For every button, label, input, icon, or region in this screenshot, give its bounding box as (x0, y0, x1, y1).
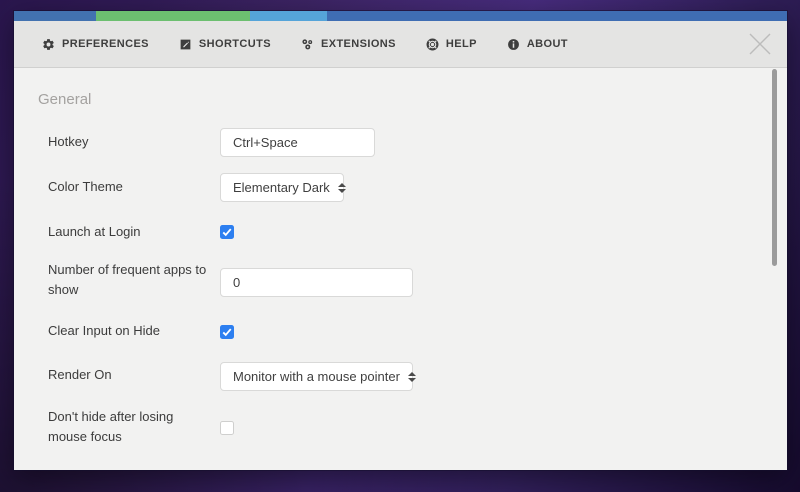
stripe-segment-green (96, 11, 250, 21)
dont-hide-checkbox[interactable] (220, 421, 234, 435)
clear-input-on-hide-label: Clear Input on Hide (48, 323, 161, 338)
tab-help[interactable]: HELP (426, 38, 477, 51)
scrollbar-thumb[interactable] (772, 69, 777, 266)
color-theme-value: Elementary Dark (233, 180, 330, 195)
color-theme-select[interactable]: Elementary Dark (220, 173, 346, 202)
extensions-icon (301, 38, 314, 51)
tab-about[interactable]: ABOUT (507, 38, 568, 51)
checkmark-icon (222, 228, 232, 237)
color-theme-label: Color Theme (48, 179, 123, 194)
frequent-apps-label: Number of frequent apps to show (48, 262, 207, 297)
tab-extensions-label: EXTENSIONS (320, 38, 396, 50)
section-title-general: General (38, 91, 92, 108)
launch-at-login-label: Launch at Login (48, 224, 141, 239)
tab-about-label: ABOUT (526, 38, 568, 50)
window-top-stripe (14, 11, 787, 21)
tab-extensions[interactable]: EXTENSIONS (301, 38, 396, 51)
close-icon (749, 33, 771, 55)
frequent-apps-input[interactable] (220, 268, 413, 297)
render-on-select[interactable]: Monitor with a mouse pointer (220, 362, 416, 391)
launch-at-login-checkbox[interactable] (220, 225, 234, 239)
checkmark-icon (222, 328, 232, 337)
stripe-segment-lightblue (250, 11, 327, 21)
stripe-segment-blue (14, 11, 96, 21)
tab-shortcuts[interactable]: SHORTCUTS (179, 38, 271, 51)
close-button[interactable] (745, 29, 775, 59)
scrollbar-track[interactable] (772, 69, 777, 470)
gear-icon (42, 38, 55, 51)
tab-preferences-label: PREFERENCES (62, 38, 149, 50)
stripe-segment-steelblue (327, 11, 787, 21)
lifebuoy-icon (426, 38, 439, 51)
select-arrows-icon (407, 371, 416, 382)
preferences-window: PREFERENCES SHORTCUTS EXTENSIONS HELP AB (14, 11, 787, 470)
preferences-content: General Hotkey Color Theme Elementary Da… (14, 69, 787, 470)
dont-hide-label: Don't hide after losing mouse focus (48, 409, 174, 444)
hotkey-label: Hotkey (48, 134, 89, 149)
select-arrows-icon (337, 182, 346, 193)
render-on-label: Render On (48, 367, 112, 382)
tab-help-label: HELP (445, 38, 477, 50)
clear-input-on-hide-checkbox[interactable] (220, 325, 234, 339)
tab-bar: PREFERENCES SHORTCUTS EXTENSIONS HELP AB (14, 21, 787, 68)
tab-preferences[interactable]: PREFERENCES (42, 38, 149, 51)
hotkey-input[interactable] (220, 128, 375, 157)
render-on-value: Monitor with a mouse pointer (233, 369, 400, 384)
info-icon (507, 38, 520, 51)
tab-shortcuts-label: SHORTCUTS (198, 38, 271, 50)
edit-icon (179, 38, 192, 51)
